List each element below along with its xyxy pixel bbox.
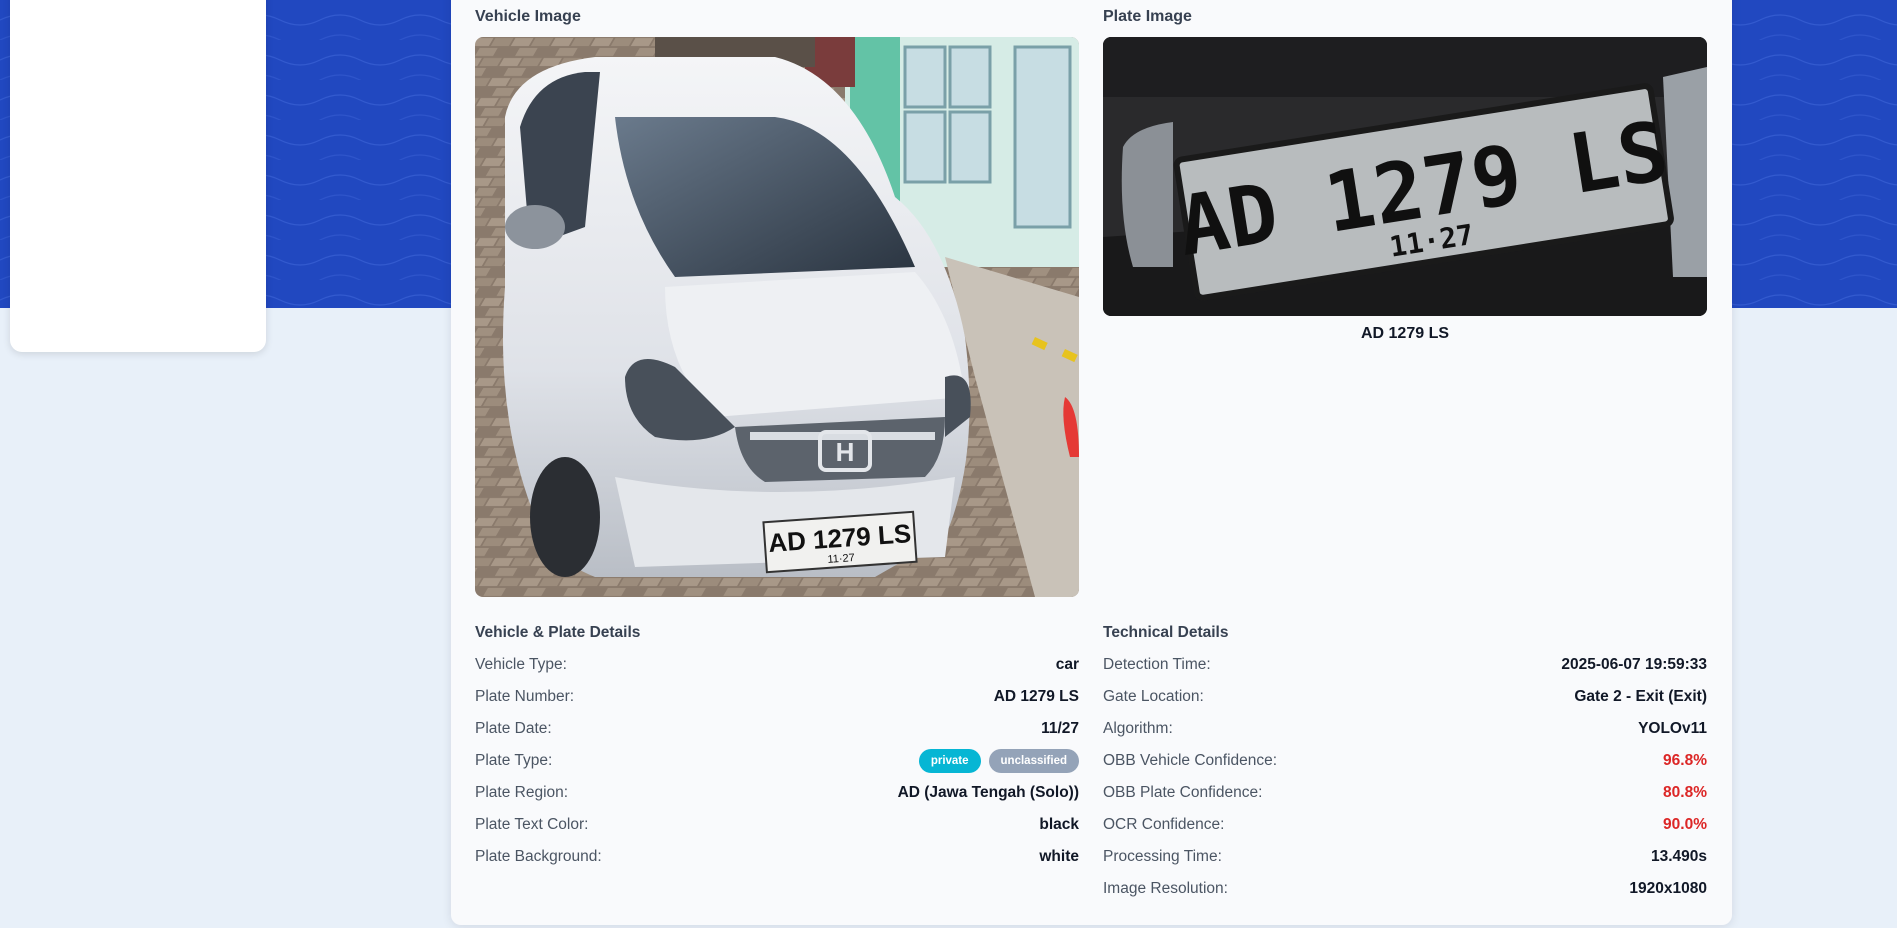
sidebar-panel bbox=[10, 0, 266, 352]
technical-details-list: Detection Time: 2025-06-07 19:59:33 Gate… bbox=[1103, 649, 1707, 905]
detail-row-plate-text-color: Plate Text Color: black bbox=[475, 809, 1079, 841]
tech-label: Processing Time: bbox=[1103, 848, 1222, 865]
tech-value: 13.490s bbox=[1650, 848, 1707, 865]
tech-label: OBB Plate Confidence: bbox=[1103, 784, 1263, 801]
tech-value: Gate 2 - Exit (Exit) bbox=[1574, 688, 1707, 705]
detail-value: 11/27 bbox=[1041, 720, 1079, 737]
plate-image[interactable]: AD 1279 LS 11·27 bbox=[1103, 37, 1707, 316]
tech-row-image-resolution: Image Resolution: 1920x1080 bbox=[1103, 873, 1707, 905]
detail-row-plate-background: Plate Background: white bbox=[475, 841, 1079, 873]
detail-label: Plate Type: bbox=[475, 752, 553, 769]
vehicle-details-list: Vehicle Type: car Plate Number: AD 1279 … bbox=[475, 649, 1079, 873]
tech-row-gate-location: Gate Location: Gate 2 - Exit (Exit) bbox=[1103, 681, 1707, 713]
vehicle-image-title: Vehicle Image bbox=[475, 8, 581, 25]
tech-value: 80.8% bbox=[1663, 784, 1707, 801]
tech-label: Detection Time: bbox=[1103, 656, 1211, 673]
tech-row-obb-plate-confidence: OBB Plate Confidence: 80.8% bbox=[1103, 777, 1707, 809]
detail-value: black bbox=[1039, 816, 1079, 833]
tech-row-obb-vehicle-confidence: OBB Vehicle Confidence: 96.8% bbox=[1103, 745, 1707, 777]
detail-value: AD (Jawa Tengah (Solo)) bbox=[897, 784, 1079, 801]
detail-value: car bbox=[1055, 656, 1079, 673]
plate-caption: AD 1279 LS bbox=[1360, 325, 1450, 342]
detail-value: AD 1279 LS bbox=[993, 688, 1079, 705]
detail-row-plate-region: Plate Region: AD (Jawa Tengah (Solo)) bbox=[475, 777, 1079, 809]
tech-value: 1920x1080 bbox=[1629, 880, 1707, 897]
tech-label: Algorithm: bbox=[1103, 720, 1173, 737]
detail-row-plate-number: Plate Number: AD 1279 LS bbox=[475, 681, 1079, 713]
detail-value: white bbox=[1039, 848, 1079, 865]
tech-row-detection-time: Detection Time: 2025-06-07 19:59:33 bbox=[1103, 649, 1707, 681]
tech-row-processing-time: Processing Time: 13.490s bbox=[1103, 841, 1707, 873]
vehicle-plate-date: 11·27 bbox=[827, 552, 855, 566]
tech-value: 90.0% bbox=[1663, 816, 1707, 833]
detail-row-vehicle-type: Vehicle Type: car bbox=[475, 649, 1079, 681]
plate-type-badge-private: private bbox=[918, 749, 981, 773]
svg-text:H: H bbox=[836, 437, 855, 467]
tech-value: 96.8% bbox=[1663, 752, 1707, 769]
tech-row-algorithm: Algorithm: YOLOv11 bbox=[1103, 713, 1707, 745]
tech-label: OBB Vehicle Confidence: bbox=[1103, 752, 1278, 769]
detail-label: Plate Background: bbox=[475, 848, 602, 865]
detail-label: Plate Region: bbox=[475, 784, 569, 801]
detail-label: Plate Date: bbox=[475, 720, 552, 737]
detail-label: Plate Number: bbox=[475, 688, 575, 705]
technical-details-title: Technical Details bbox=[1103, 624, 1229, 641]
detail-row-plate-type: Plate Type: private unclassified bbox=[475, 745, 1079, 777]
plate-type-badge-unclassified: unclassified bbox=[988, 749, 1079, 773]
tech-value: 2025-06-07 19:59:33 bbox=[1561, 656, 1707, 673]
vehicle-details-title: Vehicle & Plate Details bbox=[475, 624, 641, 641]
plate-image-title: Plate Image bbox=[1103, 8, 1192, 25]
detail-label: Plate Text Color: bbox=[475, 816, 589, 833]
tech-label: OCR Confidence: bbox=[1103, 816, 1225, 833]
plate-type-badges: private unclassified bbox=[918, 749, 1079, 773]
tech-value: YOLOv11 bbox=[1638, 720, 1707, 737]
tech-label: Image Resolution: bbox=[1103, 880, 1228, 897]
tech-row-ocr-confidence: OCR Confidence: 90.0% bbox=[1103, 809, 1707, 841]
tech-label: Gate Location: bbox=[1103, 688, 1204, 705]
detail-label: Vehicle Type: bbox=[475, 656, 567, 673]
vehicle-image[interactable]: H AD 1279 LS 11·27 bbox=[475, 37, 1079, 597]
detail-row-plate-date: Plate Date: 11/27 bbox=[475, 713, 1079, 745]
